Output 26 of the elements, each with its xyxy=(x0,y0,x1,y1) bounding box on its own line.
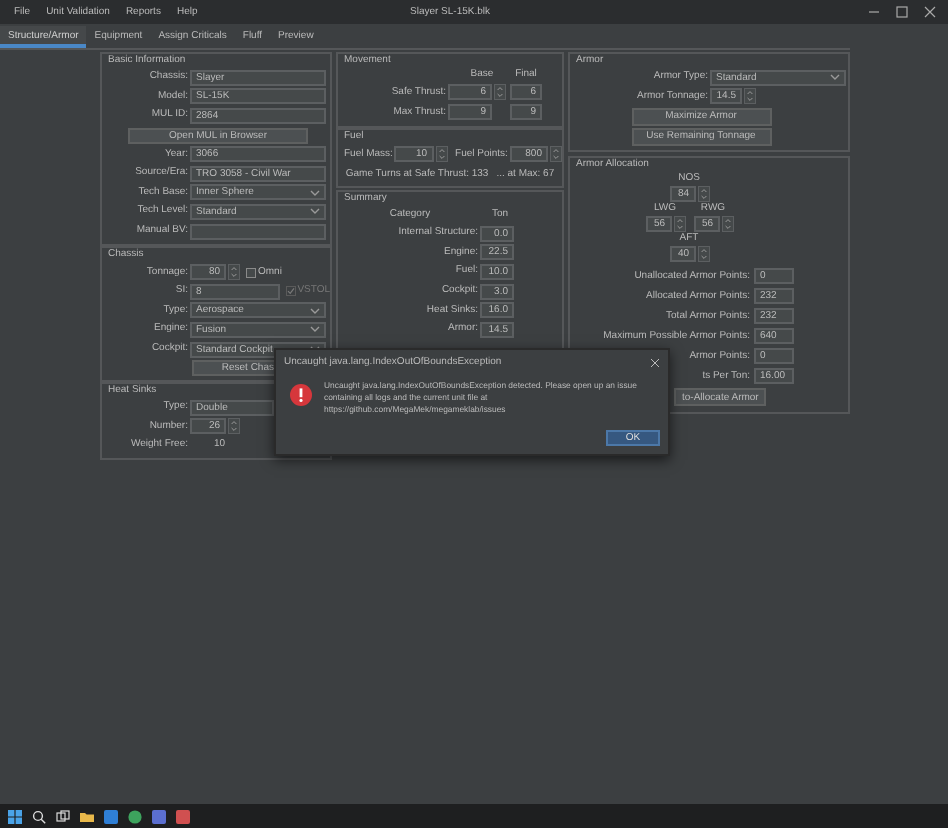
spinner-arrows[interactable] xyxy=(697,246,709,262)
text-field[interactable] xyxy=(190,223,326,240)
maximize-icon[interactable] xyxy=(896,6,908,18)
spinner-arrows[interactable] xyxy=(721,216,733,232)
windows-logo-icon[interactable] xyxy=(8,809,22,823)
folder-icon[interactable] xyxy=(80,809,94,823)
task-view-icon[interactable] xyxy=(56,809,70,823)
minimize-icon[interactable] xyxy=(868,6,880,18)
spinner-arrows[interactable] xyxy=(744,88,756,104)
caret-icon xyxy=(310,326,320,333)
caret-icon xyxy=(310,307,320,314)
close-icon[interactable] xyxy=(650,357,660,367)
error-icon xyxy=(290,384,312,406)
spinner-arrows[interactable] xyxy=(494,84,506,100)
spinner-arrows[interactable] xyxy=(673,216,685,232)
close-icon[interactable] xyxy=(924,6,936,18)
caret-icon xyxy=(830,74,840,80)
search-icon[interactable] xyxy=(32,809,46,823)
spinner-arrows[interactable] xyxy=(697,186,709,202)
spinner-arrows[interactable] xyxy=(228,418,240,435)
caret-icon xyxy=(310,189,320,196)
spinner-arrows[interactable] xyxy=(228,264,240,281)
spinner-arrows[interactable] xyxy=(549,146,562,162)
caret-icon xyxy=(310,208,320,215)
checkbox[interactable] xyxy=(246,267,256,278)
spinner-arrows[interactable] xyxy=(435,146,448,162)
